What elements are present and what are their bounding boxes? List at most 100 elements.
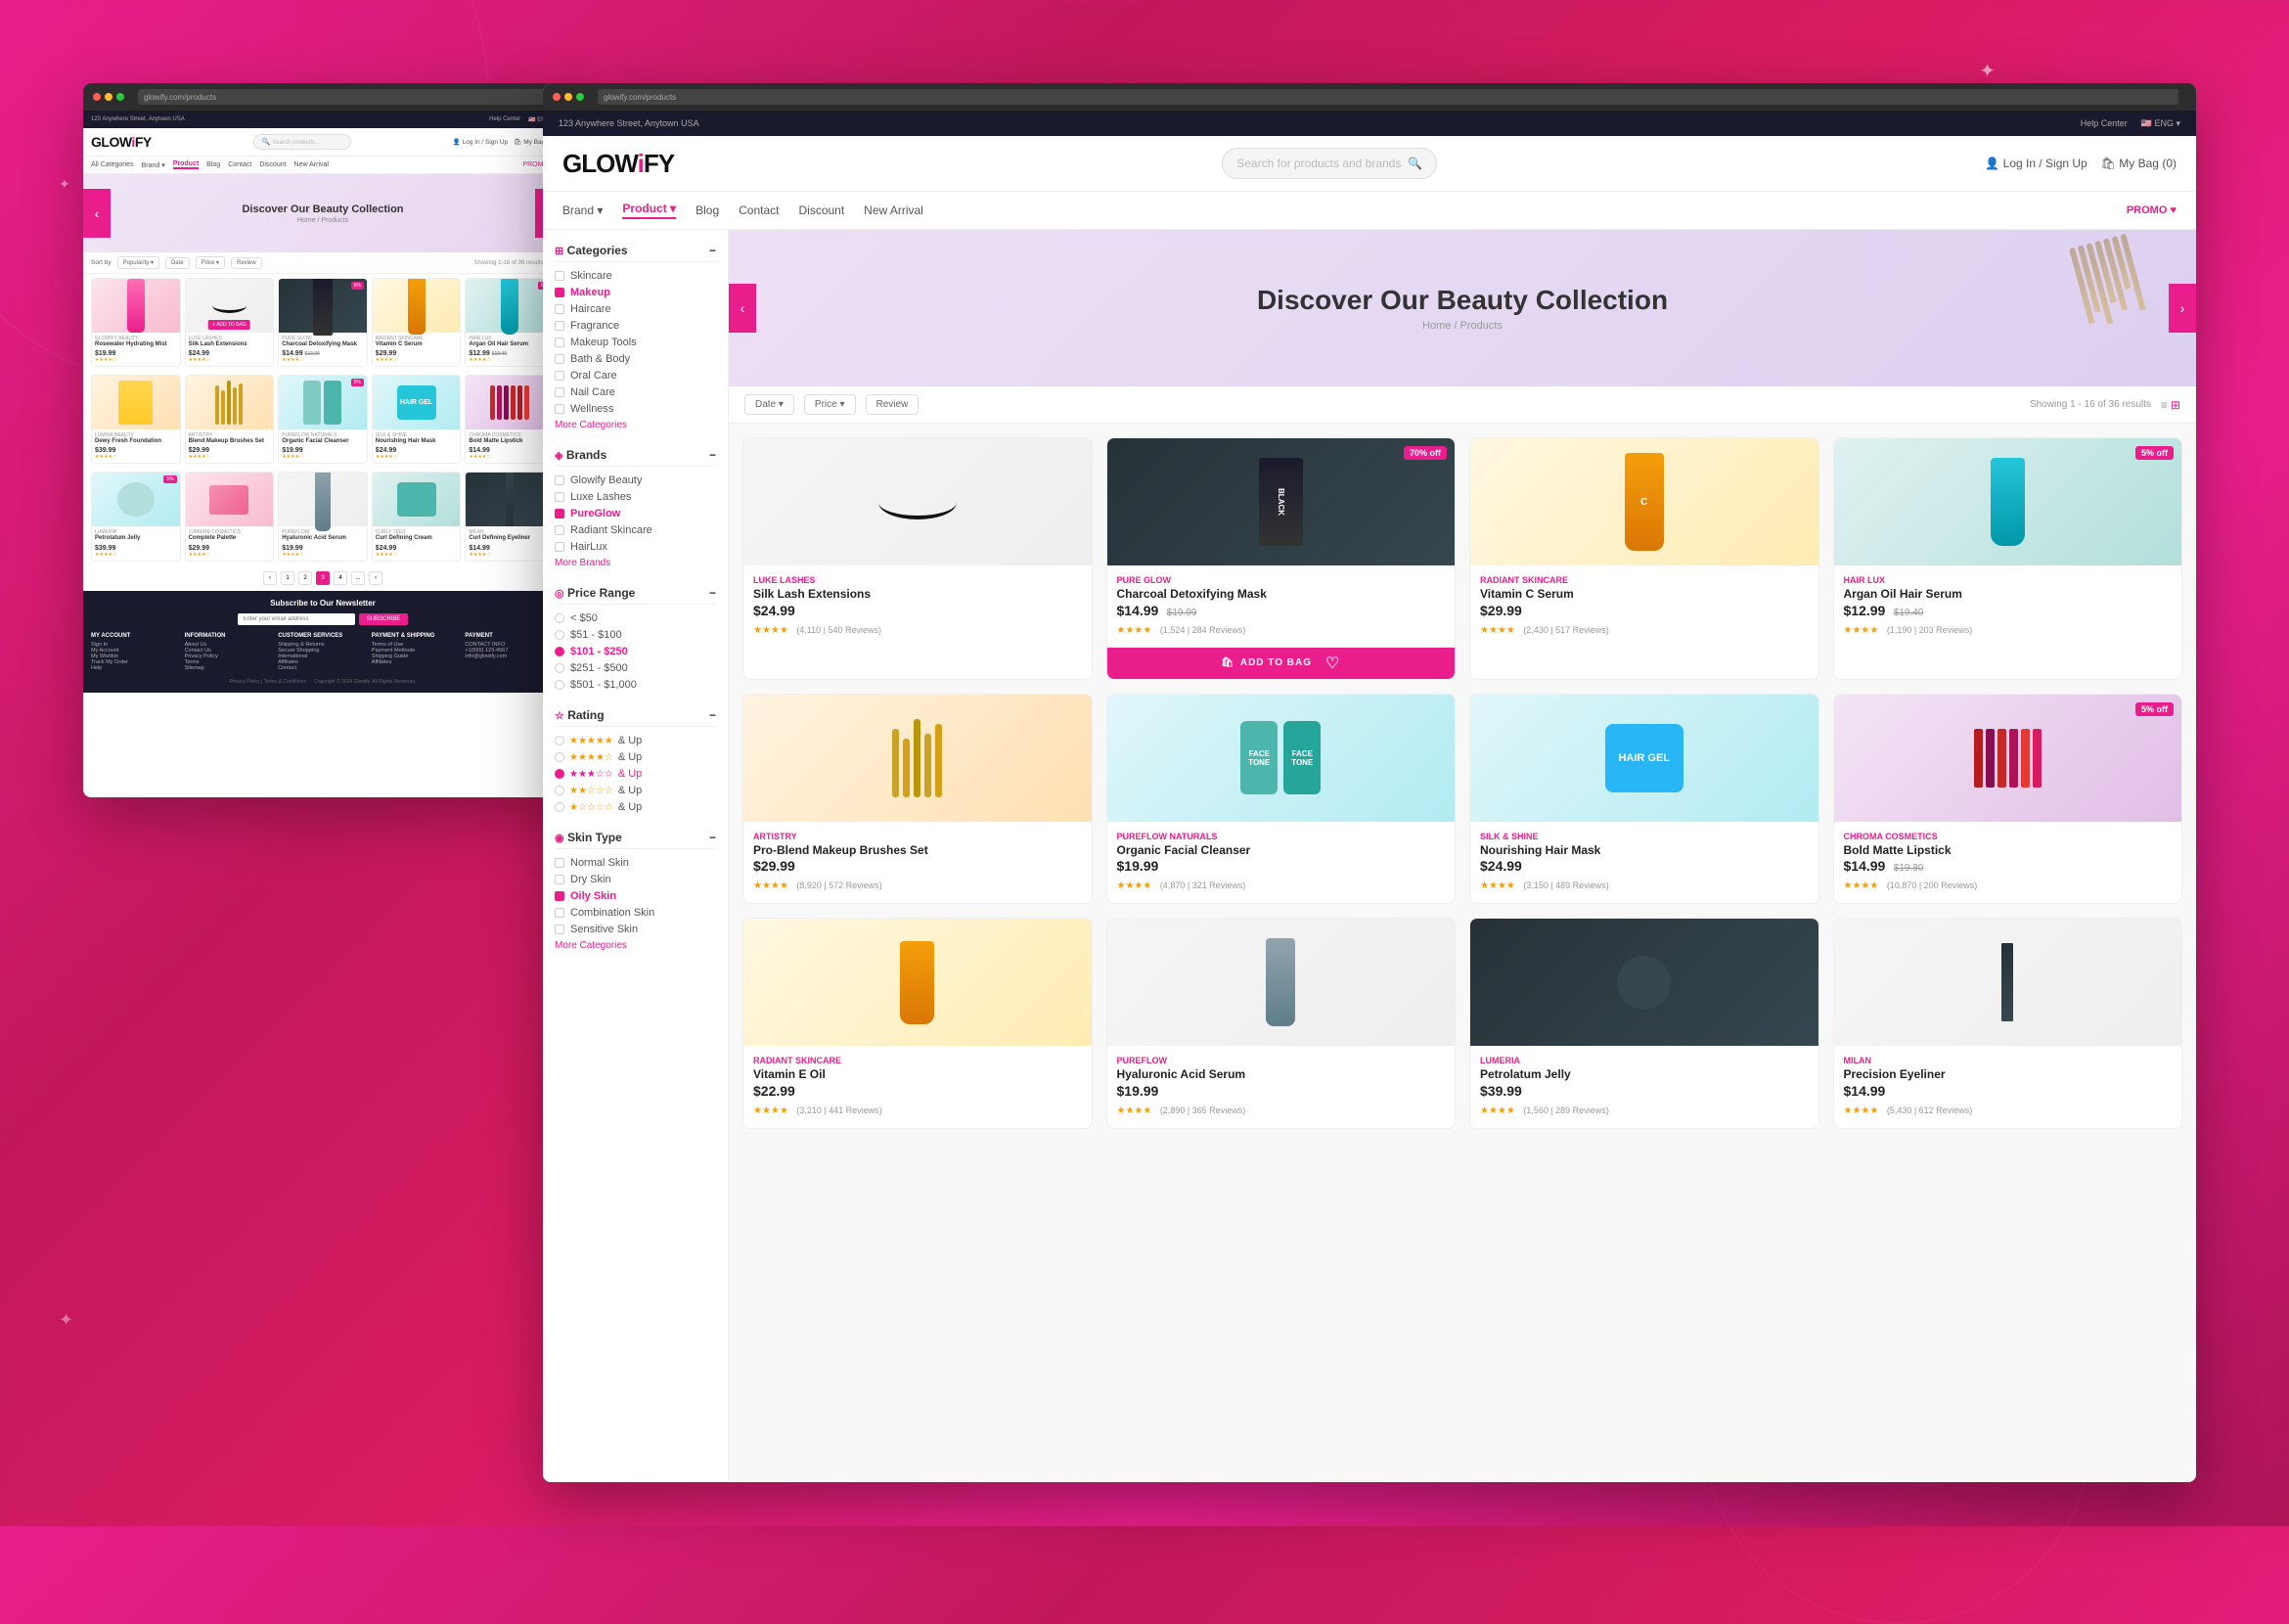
left-filter-price[interactable]: Price ▾ [196,256,225,269]
sidebar-price-50[interactable]: < $50 [555,612,716,624]
sidebar-rating-2[interactable]: ★★☆☆☆ & Up [555,785,716,796]
sidebar-brand-radiant-cb[interactable] [555,525,564,535]
right-grid-grid-icon[interactable]: ⊞ [2171,398,2180,412]
sidebar-cat-wellness[interactable]: Wellness [555,403,716,415]
sidebar-skin-combination[interactable]: Combination Skin [555,907,716,919]
sidebar-skin-oily-cb[interactable] [555,891,564,901]
minimize-dot[interactable] [105,93,112,101]
page-5[interactable]: ... [351,571,365,585]
sidebar-rating-5-radio[interactable] [555,736,564,745]
right-hero-next[interactable]: › [2169,284,2196,333]
sidebar-price-1000-radio[interactable] [555,680,564,690]
right-filter-price[interactable]: Price ▾ [804,394,856,415]
left-login[interactable]: 👤 Log In / Sign Up [453,138,509,146]
right-nav-contact[interactable]: Contact [739,203,779,217]
sidebar-brands-toggle[interactable]: − [709,448,716,462]
right-lang[interactable]: 🇺🇸 ENG ▾ [2141,118,2180,129]
sidebar-brand-luxe[interactable]: Luxe Lashes [555,491,716,503]
sidebar-skin-sensitive-cb[interactable] [555,925,564,934]
left-email-input[interactable] [238,613,355,625]
left-filter-date[interactable]: Date [165,257,190,269]
sidebar-cat-oral-care[interactable]: Oral Care [555,370,716,382]
left-hero-prev[interactable]: ‹ [83,189,111,238]
close-dot[interactable] [93,93,101,101]
sidebar-price-100-radio[interactable] [555,630,564,640]
sidebar-price-250-radio[interactable] [555,647,564,656]
sidebar-rating-toggle[interactable]: − [709,708,716,722]
right-nav-new[interactable]: New Arrival [864,203,923,217]
left-search-box[interactable]: 🔍 Search products... [253,134,351,150]
sidebar-cat-makeup[interactable]: Makeup [555,287,716,298]
left-nav-categories[interactable]: All Categories [91,161,134,168]
address-bar-left[interactable]: glowify.com/products [138,89,545,105]
right-hero-prev[interactable]: ‹ [729,284,756,333]
left-subscribe-btn[interactable]: SUBSCRIBE [359,613,409,625]
maximize-dot[interactable] [116,93,124,101]
left-nav-product[interactable]: Product [173,160,199,169]
sidebar-rating-3-radio[interactable] [555,769,564,779]
sidebar-brand-radiant[interactable]: Radiant Skincare [555,524,716,536]
page-2[interactable]: 2 [298,571,312,585]
right-nav-promo[interactable]: PROMO ♥ [2127,204,2177,216]
sidebar-cat-fragrance[interactable]: Fragrance [555,320,716,332]
right-nav-blog[interactable]: Blog [696,203,719,217]
sidebar-skin-sensitive[interactable]: Sensitive Skin [555,924,716,935]
left-filter-review[interactable]: Review [231,257,262,269]
sidebar-price-250[interactable]: $101 - $250 [555,646,716,657]
right-minimize-dot[interactable] [564,93,572,101]
left-filter-popularity[interactable]: Popularity ▾ [117,256,159,269]
sidebar-price-1000[interactable]: $501 - $1,000 [555,679,716,691]
right-filter-review[interactable]: Review [866,394,920,415]
sidebar-brand-hairlux[interactable]: HairLux [555,541,716,553]
sidebar-rating-2-radio[interactable] [555,786,564,795]
sidebar-brand-luxe-cb[interactable] [555,492,564,502]
sidebar-brand-hairlux-cb[interactable] [555,542,564,552]
page-next[interactable]: › [369,571,382,585]
sidebar-price-50-radio[interactable] [555,613,564,623]
left-help[interactable]: Help Center [489,116,520,123]
sidebar-brand-glowify-cb[interactable] [555,475,564,485]
sidebar-price-500-radio[interactable] [555,663,564,673]
sidebar-skin-normal[interactable]: Normal Skin [555,857,716,869]
sidebar-rating-1[interactable]: ★☆☆☆☆ & Up [555,801,716,813]
right-help[interactable]: Help Center [2081,118,2128,129]
sidebar-rating-5[interactable]: ★★★★★ & Up [555,735,716,746]
left-nav-new[interactable]: New Arrival [294,161,329,168]
right-search-box[interactable]: Search for products and brands 🔍 [1222,148,1437,179]
right-nav-brand[interactable]: Brand ▾ [562,203,603,217]
sidebar-cat-wellness-cb[interactable] [555,404,564,414]
right-nav-product[interactable]: Product ▾ [622,202,676,219]
sidebar-more-categories[interactable]: More Categories [555,420,716,430]
sidebar-rating-4-radio[interactable] [555,752,564,762]
sidebar-skin-dry-cb[interactable] [555,875,564,884]
sidebar-cat-bath-body-cb[interactable] [555,354,564,364]
left-nav-blog[interactable]: Blog [206,161,220,168]
sidebar-price-toggle[interactable]: − [709,586,716,600]
sidebar-more-skin[interactable]: More Categories [555,940,716,951]
sidebar-skin-normal-cb[interactable] [555,858,564,868]
sidebar-brand-pureglow-cb[interactable] [555,509,564,519]
sidebar-brand-pureglow[interactable]: PureGlow [555,508,716,519]
sidebar-rating-3[interactable]: ★★★☆☆ & Up [555,768,716,780]
sidebar-cat-haircare-cb[interactable] [555,304,564,314]
sidebar-cat-makeup-cb[interactable] [555,288,564,297]
left-nav-brand[interactable]: Brand ▾ [142,161,165,169]
right-login[interactable]: 👤 Log In / Sign Up [1985,157,2087,170]
right-nav-discount[interactable]: Discount [798,203,844,217]
right-maximize-dot[interactable] [576,93,584,101]
page-1[interactable]: 1 [281,571,294,585]
sidebar-price-500[interactable]: $251 - $500 [555,662,716,674]
sidebar-cat-fragrance-cb[interactable] [555,321,564,331]
page-4[interactable]: 4 [334,571,347,585]
sidebar-cat-oral-care-cb[interactable] [555,371,564,381]
sidebar-cat-haircare[interactable]: Haircare [555,303,716,315]
right-grid-list-icon[interactable]: ≡ [2161,398,2168,412]
right-bag[interactable]: 🛍 My Bag (0) [2101,157,2177,170]
sidebar-skin-dry[interactable]: Dry Skin [555,874,716,885]
sidebar-cat-bath-body[interactable]: Bath & Body [555,353,716,365]
sidebar-cat-nail-care[interactable]: Nail Care [555,386,716,398]
sidebar-skin-combination-cb[interactable] [555,908,564,918]
right-close-dot[interactable] [553,93,561,101]
sidebar-rating-4[interactable]: ★★★★☆ & Up [555,751,716,763]
page-3[interactable]: 3 [316,571,330,585]
